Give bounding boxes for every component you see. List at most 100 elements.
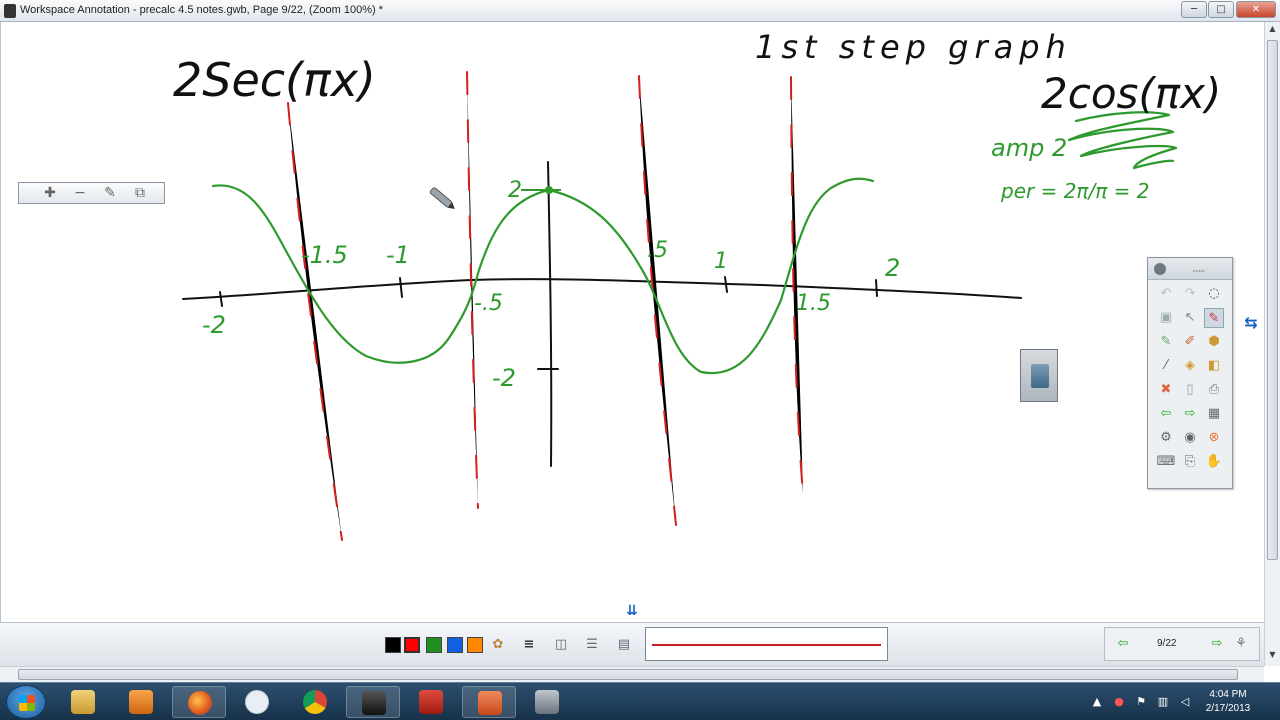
- helper-function-label: 2cos(πx): [1041, 69, 1221, 118]
- vertical-scrollbar[interactable]: ▲ ▼: [1264, 22, 1280, 666]
- show-hidden-icons[interactable]: ▲: [1090, 695, 1104, 709]
- page-sorter-icon[interactable]: ⚘: [1231, 634, 1251, 654]
- remove-page-icon[interactable]: −: [69, 184, 91, 202]
- edit-page-icon[interactable]: ✎: [99, 184, 121, 202]
- powerpoint-icon: [478, 691, 502, 715]
- start-button[interactable]: [6, 685, 46, 719]
- asymptote-neg1_5: [287, 102, 343, 541]
- workspace-icon: [362, 691, 386, 715]
- cosine-curve: [211, 177, 875, 375]
- main-function-label: 2Sec(πx): [173, 53, 376, 107]
- palette-grip[interactable]: ········: [1192, 267, 1205, 276]
- color-palette-icon[interactable]: ✿: [488, 635, 508, 655]
- page-icon[interactable]: ▣: [1156, 308, 1176, 328]
- expand-toolbar-icon[interactable]: ⇊: [620, 600, 644, 622]
- redo-icon[interactable]: ↷: [1180, 284, 1200, 304]
- clock-date: 2/17/2013: [1205, 703, 1251, 714]
- line-width-icon[interactable]: ≡: [519, 635, 539, 655]
- taskbar-hp[interactable]: [230, 686, 284, 718]
- taskbar-acrobat[interactable]: [404, 686, 458, 718]
- magic-pen-icon[interactable]: ✎: [1204, 308, 1224, 328]
- bottom-toolbar: ✿ ≡ ◫ ☰ ▤ ⇦ 9/22 ⇨ ⚘: [0, 622, 1264, 666]
- tray-security-icon[interactable]: ●: [1112, 695, 1126, 709]
- line-style-icon[interactable]: ◫: [551, 635, 571, 655]
- copy-page-icon[interactable]: ⧉: [129, 184, 151, 202]
- color-swatch-black[interactable]: [385, 637, 401, 653]
- media-player-icon: [129, 690, 153, 714]
- firefox-icon: [188, 691, 212, 715]
- save-icon[interactable]: ⎘: [1180, 452, 1200, 472]
- prev-page-icon[interactable]: ⇦: [1156, 404, 1176, 424]
- keyboard-icon[interactable]: ⌨: [1156, 452, 1176, 472]
- next-page-icon[interactable]: ⇨: [1180, 404, 1200, 424]
- taskbar-powerpoint[interactable]: [462, 686, 516, 718]
- taskbar-media-player[interactable]: [114, 686, 168, 718]
- table-icon[interactable]: ▦: [1204, 404, 1224, 424]
- line-tool-icon[interactable]: ⁄: [1156, 356, 1176, 376]
- tray-flag-icon[interactable]: ⚑: [1134, 695, 1148, 709]
- color-swatch-orange[interactable]: [467, 637, 483, 653]
- vertical-scroll-thumb[interactable]: [1267, 40, 1278, 560]
- tool-palette: ········ ↶ ↷ ◌ ▣ ↖ ✎ ✎ ✐ ⬢ ⁄ ◈ ◧ ✖ ▯ ⎙ ⇦…: [1147, 257, 1233, 489]
- blank-page-icon[interactable]: ▯: [1180, 380, 1200, 400]
- hand-icon[interactable]: ✋: [1204, 452, 1224, 472]
- x-label-pos1_5: 1.5: [796, 291, 831, 316]
- eraser-icon[interactable]: ⬢: [1204, 332, 1224, 352]
- x-label-neg2: -2: [202, 311, 226, 339]
- y-label-neg2: -2: [492, 364, 516, 392]
- prev-page-button[interactable]: ⇦: [1113, 634, 1133, 654]
- pen-properties-icon[interactable]: ▤: [614, 635, 634, 655]
- tool-palette-header[interactable]: ········: [1148, 258, 1232, 280]
- horizontal-scrollbar[interactable]: [0, 666, 1264, 682]
- taskbar-clock[interactable]: 4:04 PM 2/17/2013: [1196, 688, 1260, 716]
- highlighter-icon[interactable]: ✐: [1180, 332, 1200, 352]
- page-navigator: ⇦ 9/22 ⇨ ⚘: [1104, 627, 1260, 661]
- mouse-icon[interactable]: ◌: [1204, 284, 1224, 304]
- add-page-icon[interactable]: ✚: [39, 184, 61, 202]
- fill-tool-icon[interactable]: ◧: [1204, 356, 1224, 376]
- window-title: Workspace Annotation - precalc 4.5 notes…: [20, 4, 383, 16]
- x-label-pos0_5: .5: [647, 238, 668, 263]
- pen-cursor-icon: [429, 187, 455, 209]
- line-preview: [645, 627, 888, 661]
- color-swatch-red[interactable]: [404, 637, 420, 653]
- color-swatch-blue[interactable]: [447, 637, 463, 653]
- taskbar-workspace[interactable]: [346, 686, 400, 718]
- undo-icon[interactable]: ↶: [1156, 284, 1176, 304]
- horizontal-scroll-thumb[interactable]: [18, 669, 1238, 680]
- x-label-pos1: 1: [714, 249, 728, 274]
- side-toggle-icon[interactable]: ⇆: [1238, 311, 1264, 335]
- page-indicator: 9/22: [1157, 638, 1177, 649]
- gallery-icon[interactable]: ⚙: [1156, 428, 1176, 448]
- x-label-neg0_5: -.5: [474, 291, 503, 316]
- windows-logo-icon: [19, 695, 35, 711]
- amplitude-note: amp 2: [991, 134, 1067, 162]
- annotation-canvas[interactable]: 2Sec(πx) 1st step graph 2cos(πx) amp 2 p…: [0, 22, 1268, 622]
- step-note-label: 1st step graph: [755, 28, 1072, 66]
- transparency-icon[interactable]: ☰: [582, 635, 602, 655]
- close-button[interactable]: ✕: [1236, 1, 1276, 18]
- color-swatch-green[interactable]: [426, 637, 442, 653]
- taskbar-explorer[interactable]: [56, 686, 110, 718]
- minimize-button[interactable]: ─: [1181, 1, 1207, 18]
- scroll-up-icon[interactable]: ▲: [1267, 24, 1278, 36]
- scroll-down-icon[interactable]: ▼: [1267, 650, 1278, 662]
- maximize-button[interactable]: □: [1208, 1, 1234, 18]
- delete-icon[interactable]: ✖: [1156, 380, 1176, 400]
- select-arrow-icon[interactable]: ↖: [1180, 308, 1200, 328]
- next-page-button[interactable]: ⇨: [1207, 634, 1227, 654]
- shape-tool-icon[interactable]: ◈: [1180, 356, 1200, 376]
- asymptote-lines: [287, 71, 804, 541]
- palette-menu-icon[interactable]: [1154, 263, 1166, 275]
- screen-capture-icon[interactable]: ⎙: [1204, 380, 1224, 400]
- camera-icon[interactable]: ◉: [1180, 428, 1200, 448]
- tray-network-icon[interactable]: ▥: [1156, 695, 1170, 709]
- app-icon: [4, 4, 16, 18]
- trash-can-button[interactable]: [1020, 349, 1058, 402]
- taskbar-firefox[interactable]: [172, 686, 226, 718]
- pen-tool-icon[interactable]: ✎: [1156, 332, 1176, 352]
- tray-volume-icon[interactable]: ◁: [1178, 695, 1192, 709]
- taskbar-chrome[interactable]: [288, 686, 342, 718]
- taskbar-screencast[interactable]: [520, 686, 574, 718]
- clear-icon[interactable]: ⊗: [1204, 428, 1224, 448]
